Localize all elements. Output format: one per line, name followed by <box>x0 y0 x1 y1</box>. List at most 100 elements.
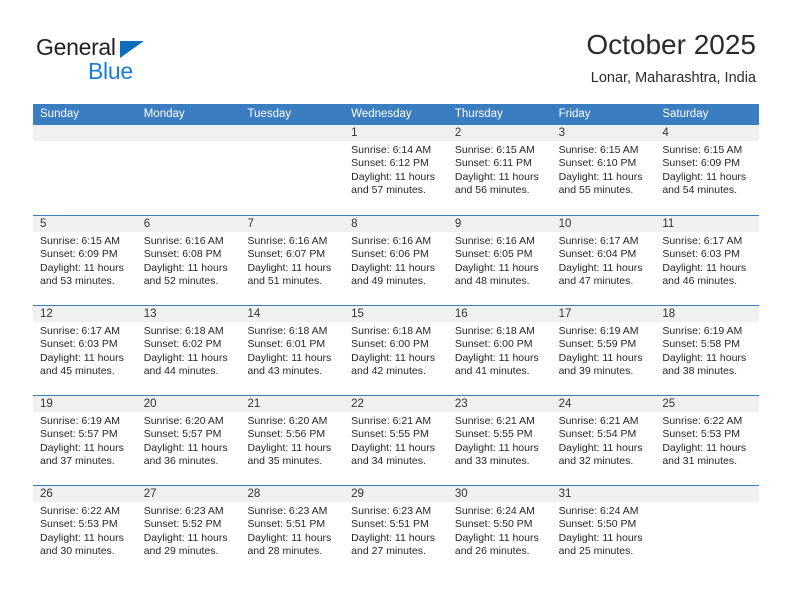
daylight-text-cont: and 38 minutes. <box>662 365 738 378</box>
calendar-day-cell[interactable]: 28 Sunrise: 6:23 AM Sunset: 5:51 PM Dayligh… <box>240 486 345 575</box>
weekday-header-monday: Monday <box>143 108 185 120</box>
sunrise-text: Sunrise: 6:23 AM <box>143 505 224 517</box>
day-details: Sunrise: 6:19 AM Sunset: 5:58 PM Daylight:… <box>655 322 759 379</box>
day-number-band: 9 <box>447 216 552 232</box>
sunset-text: Sunset: 6:04 PM <box>558 248 637 261</box>
calendar-day-cell[interactable]: 27 Sunrise: 6:23 AM Sunset: 5:52 PM Dayligh… <box>136 486 241 575</box>
calendar-day-cell[interactable]: 19 Sunrise: 6:19 AM Sunset: 5:57 PM Dayligh… <box>33 396 137 485</box>
daylight-text-cont: and 51 minutes. <box>247 275 323 288</box>
calendar-day-cell[interactable]: 11 Sunrise: 6:17 AM Sunset: 6:03 PM Dayligh… <box>655 216 760 305</box>
triangle-icon <box>120 41 144 58</box>
day-number: 8 <box>351 218 358 230</box>
daylight-text: Daylight: 11 hours <box>454 351 539 364</box>
calendar-grid: Sunday Monday Tuesday Wednesday Thursday Frid… <box>33 104 760 575</box>
calendar-day-cell[interactable]: 8 Sunrise: 6:16 AM Sunset: 6:06 PM Daylight… <box>344 216 448 305</box>
calendar-day-cell[interactable]: 23 Sunrise: 6:21 AM Sunset: 5:55 PM Dayligh… <box>447 396 552 485</box>
day-details: Sunrise: 6:21 AM Sunset: 5:54 PM Daylight:… <box>552 412 656 469</box>
day-details: Sunrise: 6:17 AM Sunset: 6:03 PM Daylight:… <box>655 232 759 289</box>
day-number: 27 <box>143 488 157 500</box>
day-number: 22 <box>351 398 364 410</box>
daylight-text-cont: and 54 minutes. <box>662 184 738 197</box>
calendar-day-cell[interactable]: 1 Sunrise: 6:14 AM Sunset: 6:12 PM Daylight… <box>344 125 448 215</box>
calendar-day-cell[interactable]: 9 Sunrise: 6:16 AM Sunset: 6:05 PM Daylight… <box>447 216 552 305</box>
sunset-text: Sunset: 6:00 PM <box>351 338 429 351</box>
weekday-header-wednesday: Wednesday <box>351 108 412 120</box>
day-number-band: 6 <box>136 216 241 232</box>
daylight-text: Daylight: 11 hours <box>558 351 643 364</box>
daylight-text: Daylight: 11 hours <box>351 170 436 183</box>
sunrise-text: Sunrise: 6:21 AM <box>558 415 639 427</box>
weekday-header-thursday: Thursday <box>454 108 503 120</box>
sunset-text: Sunset: 5:57 PM <box>40 428 118 441</box>
calendar-day-cell[interactable]: 3 Sunrise: 6:15 AM Sunset: 6:10 PM Daylight… <box>551 125 656 215</box>
sunrise-text: Sunrise: 6:18 AM <box>247 325 328 337</box>
day-details: Sunrise: 6:23 AM Sunset: 5:51 PM Daylight:… <box>344 502 448 559</box>
day-details: Sunrise: 6:16 AM Sunset: 6:07 PM Daylight:… <box>240 232 344 289</box>
daylight-text: Daylight: 11 hours <box>454 441 539 454</box>
calendar-day-cell[interactable]: 25 Sunrise: 6:22 AM Sunset: 5:53 PM Dayligh… <box>655 396 760 485</box>
sunset-text: Sunset: 5:50 PM <box>454 518 533 531</box>
day-number-band: 21 <box>240 396 345 412</box>
sunset-text: Sunset: 6:09 PM <box>662 157 740 170</box>
general-blue-logo[interactable]: General Blue <box>36 34 216 86</box>
calendar-day-cell[interactable]: 21 Sunrise: 6:20 AM Sunset: 5:56 PM Dayligh… <box>240 396 345 485</box>
day-number: 2 <box>454 127 462 139</box>
day-details: Sunrise: 6:22 AM Sunset: 5:53 PM Daylight:… <box>655 412 759 469</box>
day-details: Sunrise: 6:22 AM Sunset: 5:53 PM Daylight:… <box>33 502 137 559</box>
calendar-day-cell[interactable]: 29 Sunrise: 6:23 AM Sunset: 5:51 PM Dayligh… <box>344 486 448 575</box>
sunrise-text: Sunrise: 6:15 AM <box>40 235 120 247</box>
calendar-weeks: 1 Sunrise: 6:14 AM Sunset: 6:12 PM Daylight… <box>33 125 760 575</box>
calendar-day-cell[interactable]: 14 Sunrise: 6:18 AM Sunset: 6:01 PM Dayligh… <box>240 306 345 395</box>
day-number: 16 <box>454 308 468 320</box>
sunrise-text: Sunrise: 6:23 AM <box>247 505 328 517</box>
calendar-day-cell[interactable]: 5 Sunrise: 6:15 AM Sunset: 6:09 PM Daylight… <box>33 216 137 305</box>
calendar-day-cell[interactable]: 12 Sunrise: 6:17 AM Sunset: 6:03 PM Dayligh… <box>33 306 137 395</box>
daylight-text: Daylight: 11 hours <box>247 261 332 274</box>
day-number-band: 23 <box>447 396 552 412</box>
day-number-band: 1 <box>344 125 448 141</box>
sunrise-text: Sunrise: 6:18 AM <box>454 325 535 337</box>
day-details: Sunrise: 6:17 AM Sunset: 6:04 PM Daylight:… <box>552 232 656 289</box>
daylight-text-cont: and 45 minutes. <box>40 365 115 378</box>
day-details: Sunrise: 6:20 AM Sunset: 5:56 PM Daylight:… <box>240 412 344 469</box>
day-number: 19 <box>40 398 53 410</box>
calendar-day-cell[interactable]: 2 Sunrise: 6:15 AM Sunset: 6:11 PM Daylight… <box>447 125 552 215</box>
calendar-day-cell[interactable]: 16 Sunrise: 6:18 AM Sunset: 6:00 PM Dayligh… <box>447 306 552 395</box>
page-subtitle: Lonar, Maharashtra, India <box>590 70 756 86</box>
calendar-week-row: 5 Sunrise: 6:15 AM Sunset: 6:09 PM Daylight… <box>33 215 760 305</box>
calendar-day-cell[interactable]: 13 Sunrise: 6:18 AM Sunset: 6:02 PM Dayligh… <box>136 306 241 395</box>
sunrise-text: Sunrise: 6:21 AM <box>454 415 535 427</box>
sunrise-text: Sunrise: 6:21 AM <box>351 415 432 427</box>
calendar-day-cell[interactable]: 26 Sunrise: 6:22 AM Sunset: 5:53 PM Dayligh… <box>33 486 137 575</box>
daylight-text: Daylight: 11 hours <box>40 531 124 544</box>
day-details <box>33 141 137 144</box>
calendar-day-cell[interactable]: 31 Sunrise: 6:24 AM Sunset: 5:50 PM Dayligh… <box>551 486 656 575</box>
day-number-band: 7 <box>240 216 345 232</box>
day-number: 12 <box>40 308 53 320</box>
calendar-day-cell[interactable]: 15 Sunrise: 6:18 AM Sunset: 6:00 PM Dayligh… <box>344 306 448 395</box>
calendar-day-cell[interactable]: 7 Sunrise: 6:16 AM Sunset: 6:07 PM Daylight… <box>240 216 345 305</box>
sunset-text: Sunset: 6:02 PM <box>143 338 222 351</box>
calendar-day-cell[interactable]: 22 Sunrise: 6:21 AM Sunset: 5:55 PM Dayligh… <box>344 396 448 485</box>
sunset-text: Sunset: 6:08 PM <box>143 248 222 261</box>
day-number-band: 28 <box>240 486 345 502</box>
sunset-text: Sunset: 5:54 PM <box>558 428 637 441</box>
daylight-text-cont: and 28 minutes. <box>247 545 323 558</box>
day-details: Sunrise: 6:21 AM Sunset: 5:55 PM Daylight:… <box>448 412 552 469</box>
calendar-day-cell[interactable]: 10 Sunrise: 6:17 AM Sunset: 6:04 PM Dayligh… <box>551 216 656 305</box>
calendar-day-cell[interactable]: 4 Sunrise: 6:15 AM Sunset: 6:09 PM Daylight… <box>655 125 760 215</box>
calendar-day-cell[interactable]: 17 Sunrise: 6:19 AM Sunset: 5:59 PM Dayligh… <box>551 306 656 395</box>
sunset-text: Sunset: 6:07 PM <box>247 248 326 261</box>
calendar-day-cell[interactable]: 18 Sunrise: 6:19 AM Sunset: 5:58 PM Dayligh… <box>655 306 760 395</box>
daylight-text: Daylight: 11 hours <box>40 351 124 364</box>
calendar-day-cell[interactable]: 20 Sunrise: 6:20 AM Sunset: 5:57 PM Dayligh… <box>136 396 241 485</box>
day-number-band: 16 <box>447 306 552 322</box>
calendar-day-cell[interactable]: 6 Sunrise: 6:16 AM Sunset: 6:08 PM Daylight… <box>136 216 241 305</box>
day-number-band: 26 <box>33 486 137 502</box>
day-number: 6 <box>143 218 151 230</box>
calendar-day-cell[interactable]: 24 Sunrise: 6:21 AM Sunset: 5:54 PM Dayligh… <box>551 396 656 485</box>
sunset-text: Sunset: 5:53 PM <box>662 428 740 441</box>
calendar-day-cell[interactable]: 30 Sunrise: 6:24 AM Sunset: 5:50 PM Dayligh… <box>447 486 552 575</box>
sunrise-text: Sunrise: 6:16 AM <box>247 235 328 247</box>
day-number-band: 10 <box>551 216 656 232</box>
